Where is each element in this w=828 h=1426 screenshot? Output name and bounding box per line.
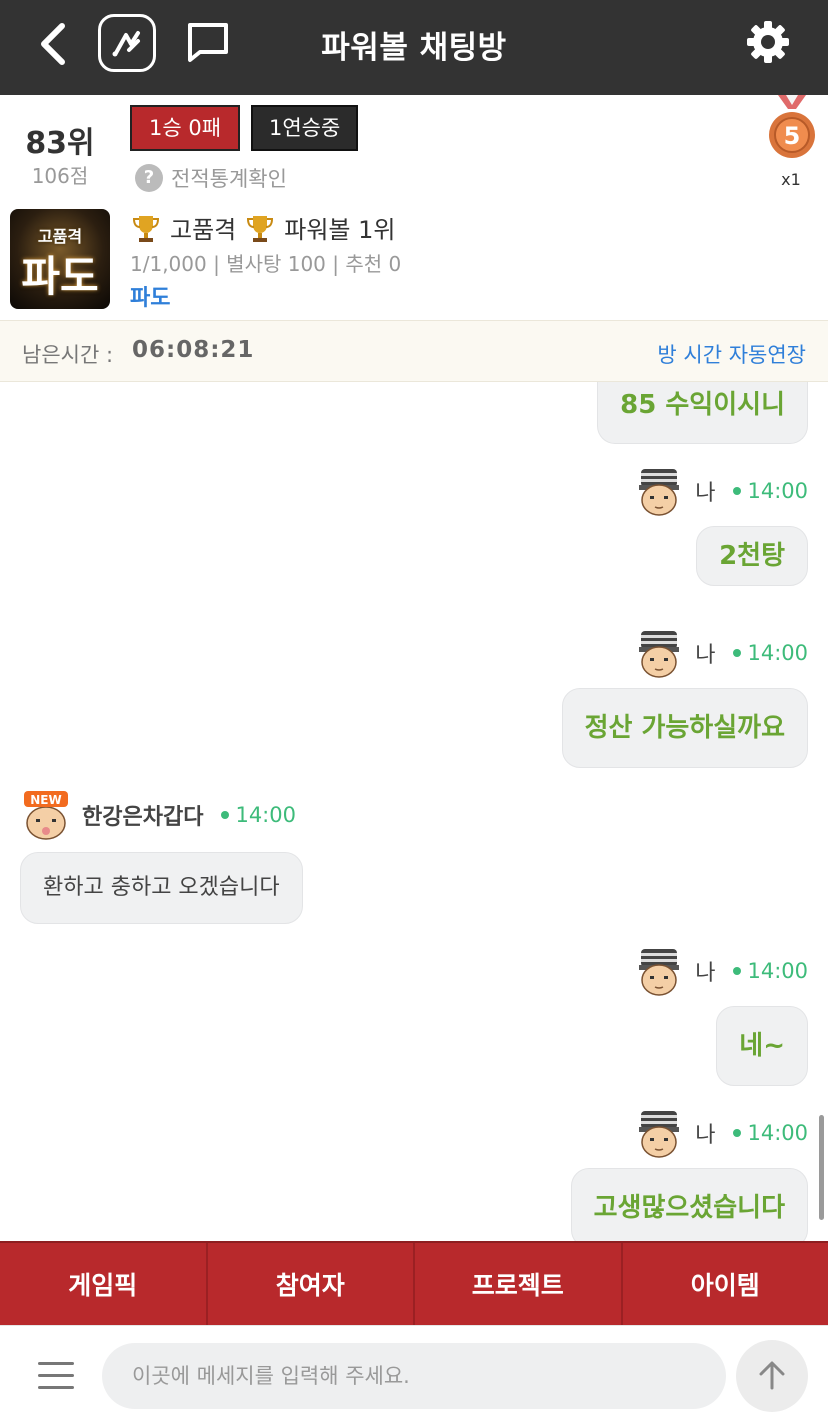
remaining-time-value: 06:08:21	[132, 337, 255, 363]
bottom-tabs: 게임픽 참여자 프로젝트 아이템	[0, 1241, 828, 1325]
sender-name: 나	[695, 961, 716, 986]
message-meta: 나 14:00	[633, 464, 808, 518]
room-rank-label: 파워볼 1위	[284, 216, 396, 244]
room-grade-label: 고품격	[170, 216, 237, 244]
my-message-bubble: 85 수익이시니	[597, 382, 808, 444]
my-message-bubble: 2천탕	[696, 526, 808, 586]
my-message-bubble: 네~	[716, 1006, 808, 1086]
message-meta: NEW 한강은차갑다 14:00	[20, 788, 296, 842]
trophy-icon	[247, 215, 274, 242]
trophy-icon	[132, 215, 160, 242]
message-meta: 나 14:00	[633, 944, 808, 998]
menu-button[interactable]	[30, 1358, 82, 1394]
thumbnail-title: 파도	[21, 252, 99, 301]
chat-list-button[interactable]	[184, 18, 234, 68]
new-badge-text: NEW	[30, 793, 61, 807]
medal-icon: 5	[769, 95, 815, 158]
rank-label: 83위	[25, 126, 95, 161]
auto-extend-link[interactable]: 방 시간 자동연장	[657, 339, 806, 369]
sender-name: 나	[695, 643, 716, 668]
online-dot-icon	[221, 811, 230, 819]
message-time: 14:00	[747, 641, 808, 665]
my-message-bubble: 정산 가능하실까요	[561, 688, 808, 768]
room-thumbnail[interactable]: 고품격 파도	[10, 209, 110, 309]
chat-scrollbar[interactable]	[819, 1115, 824, 1220]
speech-bubble-icon	[188, 23, 228, 62]
message-time: 14:00	[235, 803, 296, 827]
tab-participants[interactable]: 참여자	[208, 1243, 415, 1325]
medal-badge: 5	[766, 95, 818, 161]
user-avatar-icon	[639, 469, 680, 516]
streak-badge: 1연승중	[251, 105, 359, 151]
send-button[interactable]	[736, 1340, 808, 1412]
stats-link[interactable]: ? 전적통계확인	[135, 163, 287, 193]
user-avatar-icon: NEW	[24, 791, 68, 840]
user-avatar-icon	[639, 631, 680, 678]
message-time: 14:00	[747, 479, 808, 503]
message-meta: 나 14:00	[633, 1106, 808, 1160]
room-grade: 고품격 파워볼 1위	[130, 210, 395, 245]
tab-items[interactable]: 아이템	[623, 1243, 828, 1325]
online-dot-icon	[733, 649, 742, 657]
chevron-left-icon	[41, 23, 65, 65]
question-icon: ?	[135, 164, 163, 192]
arrow-up-icon	[759, 1361, 785, 1390]
tab-project[interactable]: 프로젝트	[415, 1243, 623, 1325]
back-button[interactable]	[28, 18, 84, 74]
app-logo-button[interactable]	[98, 14, 156, 72]
win-loss-badge: 1승 0패	[130, 105, 241, 151]
settings-button[interactable]	[744, 18, 792, 66]
room-meta: 1/1,000 | 별사탕 100 | 추천 0	[130, 252, 402, 276]
medal-count: x1	[781, 170, 801, 189]
logo-icon	[112, 31, 140, 57]
sender-name: 나	[695, 1123, 716, 1148]
sender-name: 한강은차갑다	[82, 805, 204, 830]
tab-game-pick[interactable]: 게임픽	[0, 1243, 208, 1325]
user-avatar-icon	[639, 949, 680, 996]
online-dot-icon	[733, 967, 742, 975]
time-bar: 남은시간 : 06:08:21 방 시간 자동연장	[0, 320, 828, 382]
message-time: 14:00	[747, 1121, 808, 1145]
online-dot-icon	[733, 487, 742, 495]
sender-name: 나	[695, 481, 716, 506]
room-owner-link[interactable]: 파도	[130, 280, 170, 312]
chat-area[interactable]: 85 수익이시니 나 14:00 2천탕 나 14:00 정산 가능하실까요 N…	[0, 382, 828, 1242]
gear-icon	[747, 21, 789, 63]
message-meta: 나 14:00	[633, 626, 808, 680]
my-message-bubble: 고생많으셨습니다	[570, 1168, 808, 1242]
medal-number: 5	[784, 122, 801, 150]
remaining-time-label: 남은시간 :	[22, 343, 114, 367]
score-label: 106점	[31, 164, 89, 188]
message-time: 14:00	[747, 959, 808, 983]
online-dot-icon	[733, 1129, 742, 1137]
message-input[interactable]	[102, 1343, 726, 1409]
user-avatar-icon	[639, 1111, 680, 1158]
top-bar: 파워볼 채팅방	[0, 0, 828, 95]
stats-link-label: 전적통계확인	[171, 167, 287, 191]
hamburger-icon	[38, 1362, 74, 1389]
input-bar	[0, 1325, 828, 1426]
other-message-bubble: 환하고 충하고 오겠습니다	[20, 852, 303, 924]
